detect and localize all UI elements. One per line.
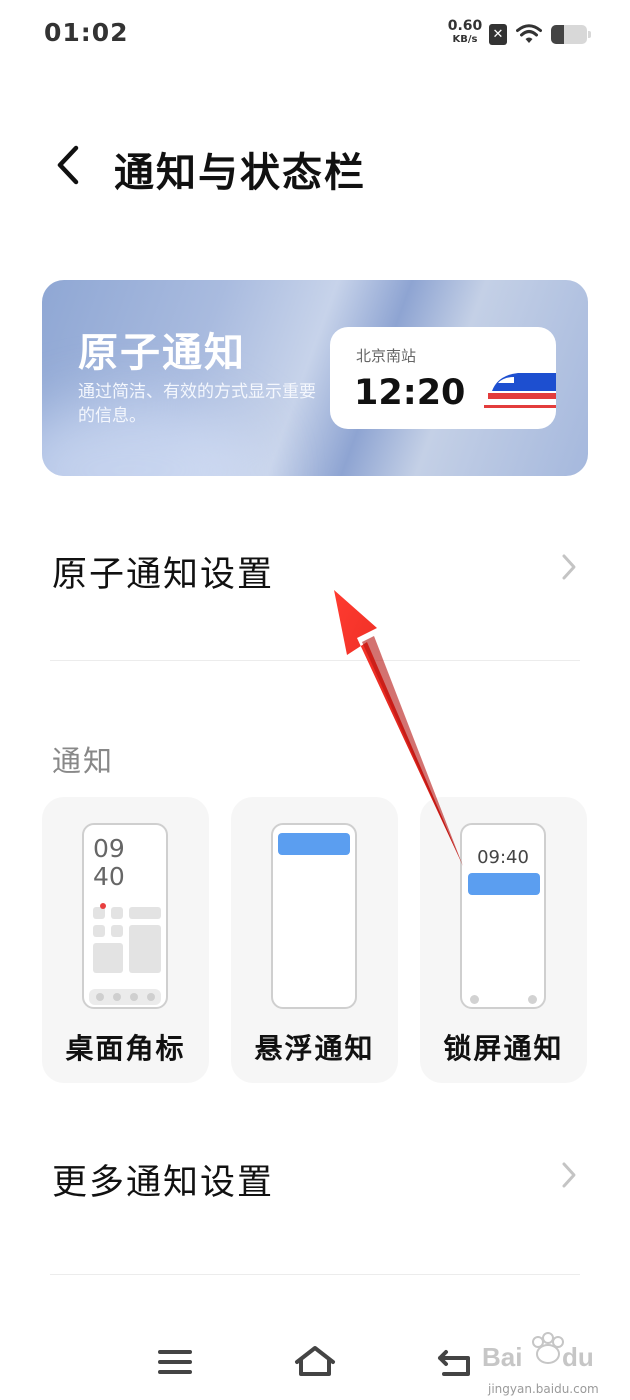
status-bar: 01:02 0.60 KB/s ✕ xyxy=(0,0,630,70)
chevron-right-icon xyxy=(562,1162,576,1188)
ticket-station: 北京南站 xyxy=(356,347,417,365)
notification-banner-preview xyxy=(468,873,540,895)
atomic-notification-settings-row[interactable]: 原子通知设置 xyxy=(0,520,630,620)
preview-lock-clock: 09:40 xyxy=(477,847,529,868)
card-label: 桌面角标 xyxy=(65,1032,186,1065)
notification-banner-preview xyxy=(278,833,350,855)
chevron-right-icon xyxy=(562,554,576,580)
card-lockscreen-notification[interactable]: 09:40 锁屏通知 xyxy=(420,797,587,1083)
phone-preview-floating xyxy=(271,823,357,1009)
back-button[interactable] xyxy=(50,143,86,187)
wifi-icon xyxy=(516,24,542,43)
card-desktop-badge[interactable]: 09 40 桌面角标 xyxy=(42,797,209,1083)
network-speed-unit: KB/s xyxy=(452,34,478,45)
watermark-url: jingyan.baidu.com xyxy=(488,1382,599,1396)
banner-description: 通过简洁、有效的方式显示重要的信息。 xyxy=(78,382,316,426)
train-icon xyxy=(484,373,556,408)
phone-preview-lockscreen: 09:40 xyxy=(460,823,546,1009)
svg-text:du: du xyxy=(562,1342,594,1372)
battery-icon xyxy=(551,25,591,44)
ticket-preview-card: 北京南站 12:20 xyxy=(330,327,556,429)
more-notification-settings-row[interactable]: 更多通知设置 xyxy=(0,1128,630,1228)
home-icon[interactable] xyxy=(290,1340,340,1384)
svg-text:Bai: Bai xyxy=(482,1342,522,1372)
card-label: 悬浮通知 xyxy=(254,1032,375,1065)
divider xyxy=(50,660,580,661)
phone-preview-desktop: 09 40 xyxy=(82,823,168,1009)
menu-icon[interactable] xyxy=(150,1340,200,1384)
status-time: 01:02 xyxy=(44,18,129,47)
more-notification-settings-label: 更多通知设置 xyxy=(52,1163,275,1203)
preview-clock-hour: 09 xyxy=(93,834,125,863)
card-label: 锁屏通知 xyxy=(443,1032,564,1065)
divider xyxy=(50,1274,580,1275)
atomic-notification-settings-label: 原子通知设置 xyxy=(52,555,275,595)
return-icon[interactable] xyxy=(432,1340,482,1384)
x-mark-icon: ✕ xyxy=(489,24,507,45)
network-speed-value: 0.60 xyxy=(447,18,483,34)
chevron-left-icon xyxy=(57,145,79,185)
badge-dot xyxy=(100,903,106,909)
battery-fill xyxy=(551,25,564,44)
page-title: 通知与状态栏 xyxy=(114,150,366,196)
atomic-notification-banner: 原子通知 通过简洁、有效的方式显示重要的信息。 北京南站 12:20 xyxy=(42,280,588,476)
ticket-time: 12:20 xyxy=(354,373,466,413)
section-title-notifications: 通知 xyxy=(52,744,115,778)
preview-clock-minute: 40 xyxy=(93,862,125,891)
card-floating-notification[interactable]: 悬浮通知 xyxy=(231,797,398,1083)
network-speed: 0.60 KB/s xyxy=(446,18,484,46)
banner-title: 原子通知 xyxy=(78,330,246,376)
